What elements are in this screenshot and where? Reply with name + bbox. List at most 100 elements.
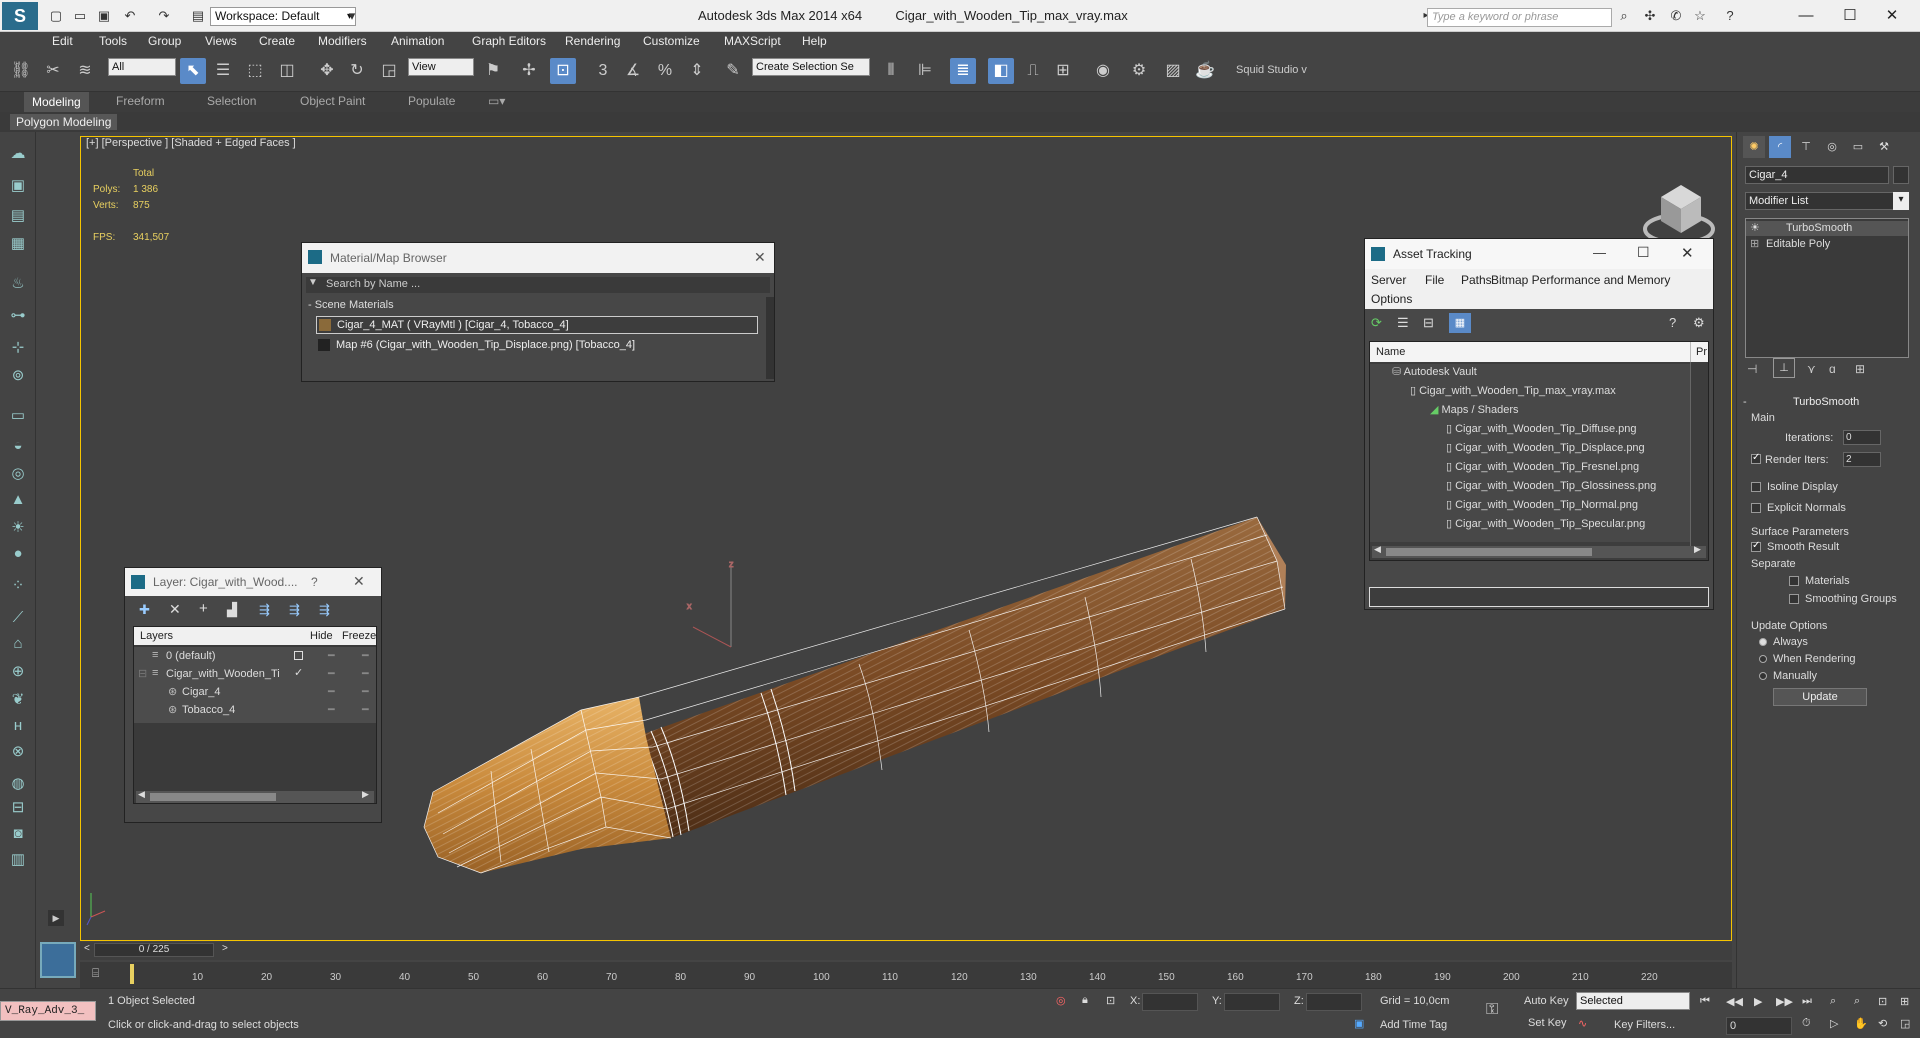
hide-toggle[interactable]: ━ xyxy=(328,685,335,698)
menu-paths[interactable]: Paths xyxy=(1461,273,1492,287)
turbosmooth-rollout-header[interactable]: - TurboSmooth xyxy=(1741,396,1917,410)
asset-row[interactable]: ▯ Cigar_with_Wooden_Tip_max_vray.max xyxy=(1410,384,1616,397)
iterations-spinner[interactable]: 0 xyxy=(1843,430,1881,445)
expand-strip-icon[interactable]: ▶ xyxy=(48,910,64,926)
table-view-icon[interactable]: ▦ xyxy=(1449,313,1471,333)
chevron-down-icon[interactable]: ▾ xyxy=(1893,192,1909,210)
link-icon[interactable]: ⛓ xyxy=(8,58,34,84)
scroll-thumb[interactable] xyxy=(1386,548,1592,556)
always-radio[interactable] xyxy=(1759,638,1767,646)
box-icon[interactable]: ▭ xyxy=(6,404,30,428)
asset-row[interactable]: ▯ Cigar_with_Wooden_Tip_Displace.png xyxy=(1446,441,1645,454)
motion-tab-icon[interactable]: ◎ xyxy=(1821,136,1843,158)
menu-customize[interactable]: Customize xyxy=(643,34,700,48)
create-tab-icon[interactable]: ✺ xyxy=(1743,136,1765,158)
menu-server[interactable]: Server xyxy=(1371,273,1406,287)
pipe-icon[interactable]: ⟋ xyxy=(6,606,30,630)
asset-row[interactable]: ⛁ Autodesk Vault xyxy=(1392,365,1477,378)
trash-icon[interactable]: ▥ xyxy=(6,848,30,872)
column-freeze[interactable]: Freeze xyxy=(342,630,376,642)
scroll-right-icon[interactable]: ▶ xyxy=(362,789,369,800)
light-bulb-icon[interactable]: ♨ xyxy=(6,272,30,296)
scroll-left-icon[interactable]: ◀ xyxy=(1374,544,1381,555)
vray-sphere-icon[interactable]: ◍ xyxy=(6,772,30,796)
menu-options[interactable]: Options xyxy=(1371,292,1412,306)
selection-filter-dropdown[interactable]: All xyxy=(108,58,176,76)
help-icon[interactable]: ? xyxy=(1669,315,1676,330)
frame-counter[interactable]: 0 / 225 xyxy=(94,943,214,957)
named-selection-dropdown[interactable]: Create Selection Se xyxy=(752,58,870,76)
goto-start-icon[interactable]: ⏮ xyxy=(1700,995,1710,1008)
curve-editor-icon[interactable]: ⎍ xyxy=(1020,58,1046,84)
current-layer-check[interactable]: ✓ xyxy=(294,666,303,679)
maximize-button[interactable]: ☐ xyxy=(1637,244,1650,261)
close-icon[interactable]: ✕ xyxy=(353,573,365,590)
zoom-all-icon[interactable]: ⌕ xyxy=(1854,995,1860,1008)
maximize-button[interactable]: ☐ xyxy=(1830,4,1870,28)
layer-row[interactable]: ⊟ ≡ Cigar_with_Wooden_Ti ✓ ━ ━ xyxy=(138,667,376,683)
asset-row[interactable]: ◢ Maps / Shaders xyxy=(1430,403,1519,416)
next-frame-icon[interactable]: > xyxy=(222,943,228,954)
particles-icon[interactable]: ⁘ xyxy=(6,574,30,598)
x-coord-field[interactable] xyxy=(1142,993,1198,1011)
isoline-checkbox[interactable] xyxy=(1751,482,1761,492)
track-bar[interactable]: ⌸ 10 20 30 40 50 60 70 80 90 100 110 120 130 140 150 16… xyxy=(80,962,1732,988)
vray-proxy-icon[interactable]: ⊟ xyxy=(6,796,30,820)
asset-hscrollbar[interactable]: ◀ ▶ xyxy=(1372,544,1706,558)
tab-selection[interactable]: Selection xyxy=(207,94,256,108)
orbit-icon[interactable]: ⟲ xyxy=(1878,1017,1887,1030)
material-item[interactable]: Cigar_4_MAT ( VRayMtl ) [Cigar_4, Tobacc… xyxy=(316,316,758,334)
binoculars-icon[interactable]: ⌕ xyxy=(1614,6,1634,26)
tree-view-icon[interactable]: ⊟ xyxy=(1423,315,1434,331)
add-to-layer-icon[interactable]: + xyxy=(199,600,208,617)
layer-row[interactable]: ≡ 0 (default) ━ ━ xyxy=(152,649,376,665)
expand-toggle[interactable]: ⊟ xyxy=(138,667,147,680)
menu-file[interactable]: File xyxy=(1425,273,1444,287)
rendered-frame-window-icon[interactable]: ▨ xyxy=(1160,58,1186,84)
render-iters-spinner[interactable]: 2 xyxy=(1843,452,1881,467)
object-name-field[interactable]: Cigar_4 xyxy=(1745,166,1889,184)
map-item[interactable]: Map #6 (Cigar_with_Wooden_Tip_Displace.p… xyxy=(316,337,758,355)
scroll-right-icon[interactable]: ▶ xyxy=(1694,544,1701,555)
tab-modeling[interactable]: Modeling xyxy=(24,92,89,112)
key-mode-dropdown[interactable]: Selected xyxy=(1576,992,1690,1010)
lock-selection-icon[interactable]: 🔒︎ xyxy=(1082,994,1088,1007)
manually-radio[interactable] xyxy=(1759,672,1767,680)
scroll-left-icon[interactable]: ◀ xyxy=(138,789,145,800)
column-layers[interactable]: Layers xyxy=(140,630,173,642)
set-key-button[interactable]: Set Key xyxy=(1528,1017,1567,1029)
freeze-all-icon[interactable]: ⇶ xyxy=(319,602,330,618)
tab-freeform[interactable]: Freeform xyxy=(116,94,165,108)
minimize-button[interactable]: — xyxy=(1593,245,1606,260)
layer-object-row[interactable]: ⊛ Cigar_4 ━ ━ xyxy=(168,685,376,701)
material-search-bar[interactable]: ▼ Search by Name ... xyxy=(306,277,770,293)
hide-toggle[interactable]: ━ xyxy=(328,703,335,716)
zoom-extents-all-icon[interactable]: ⊞ xyxy=(1900,995,1909,1008)
menu-modifiers[interactable]: Modifiers xyxy=(318,34,367,48)
project-folder-icon[interactable]: ▤ xyxy=(188,6,208,26)
viewport-icon[interactable]: ☁ xyxy=(6,142,30,166)
shell-icon[interactable]: ⊗ xyxy=(6,740,30,764)
scroll-thumb[interactable] xyxy=(150,793,276,801)
render-iters-checkbox[interactable] xyxy=(1751,452,1761,464)
subscription-icon[interactable]: ✣ xyxy=(1640,6,1660,26)
close-icon[interactable]: ✕ xyxy=(1681,244,1694,262)
redo-icon[interactable]: ↷ xyxy=(154,6,174,26)
stack-item-editable-poly[interactable]: ⊞ Editable Poly xyxy=(1746,237,1908,252)
squid-studio-label[interactable]: Squid Studio v xyxy=(1236,64,1307,76)
close-icon[interactable]: ✕ xyxy=(754,249,766,266)
track-bar-menu-icon[interactable]: ⌸ xyxy=(92,966,99,981)
settings-icon[interactable]: ⚙ xyxy=(1693,315,1705,331)
add-time-tag[interactable]: Add Time Tag xyxy=(1380,1019,1447,1031)
help-icon[interactable]: ? xyxy=(311,575,318,589)
maxscript-listener[interactable]: V_Ray_Adv_3_ xyxy=(0,1001,96,1021)
hide-all-icon[interactable]: ⇶ xyxy=(289,602,300,618)
material-editor-icon[interactable]: ◉ xyxy=(1090,58,1116,84)
time-config-icon[interactable]: ⏱ xyxy=(1802,1017,1811,1030)
scene-materials-header[interactable]: - Scene Materials xyxy=(308,299,394,311)
mirror-icon[interactable]: ⫴ xyxy=(878,58,904,84)
menu-maxscript[interactable]: MAXScript xyxy=(724,34,781,48)
layer-window-titlebar[interactable]: Layer: Cigar_with_Wood.... ? ✕ xyxy=(125,568,381,596)
asset-row[interactable]: ▯ Cigar_with_Wooden_Tip_Glossiness.png xyxy=(1446,479,1656,492)
layer-explorer-icon[interactable]: ◧ xyxy=(988,58,1014,84)
